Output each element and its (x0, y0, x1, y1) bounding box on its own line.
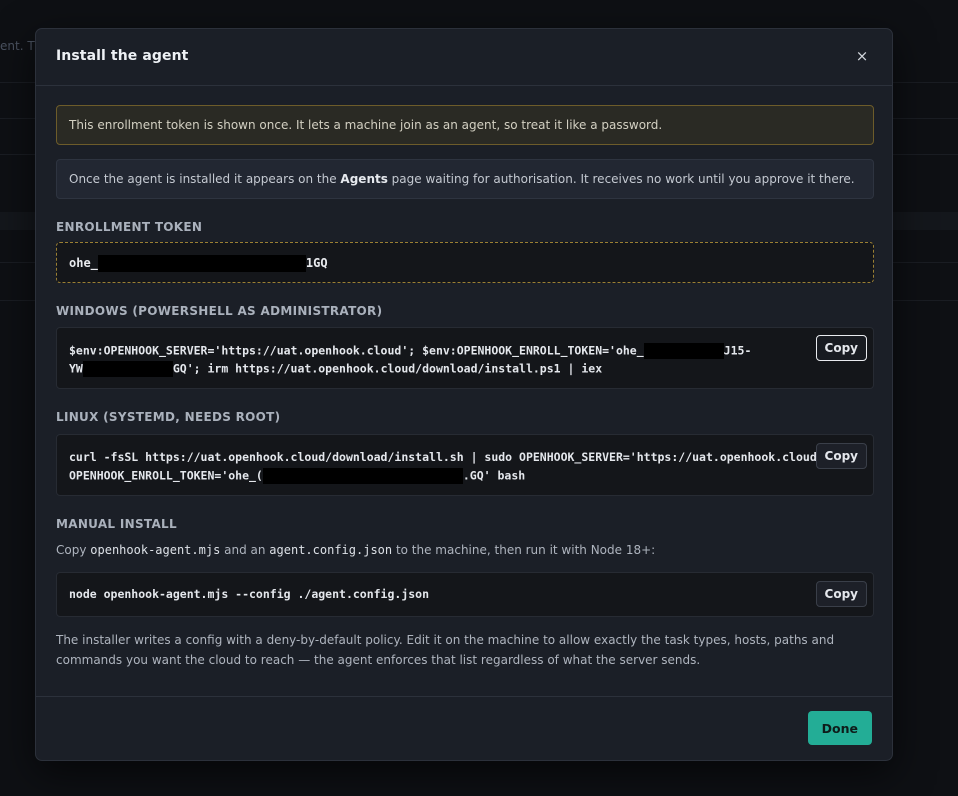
install-agent-dialog: Install the agent × This enrollment toke… (35, 28, 893, 761)
windows-command-line-1: $env:OPENHOOK_SERVER='https://uat.openho… (69, 343, 751, 359)
close-icon: × (855, 47, 869, 65)
dialog-footer: Done (36, 696, 892, 760)
redacted-token (262, 468, 463, 484)
command-text: YW (69, 361, 83, 376)
dialog-title: Install the agent (56, 48, 189, 64)
command-text: .GQ' bash (462, 468, 526, 483)
authorisation-info-notice: Once the agent is installed it appears o… (56, 159, 874, 199)
linux-command-line-1: curl -fsSL https://uat.openhook.cloud/do… (69, 450, 824, 464)
redacted-token (82, 361, 173, 377)
manual-install-label: MANUAL INSTALL (56, 517, 177, 531)
close-button[interactable]: × (852, 46, 872, 66)
copy-manual-command-button[interactable]: Copy (815, 581, 867, 607)
instruction-text: Copy (56, 543, 91, 557)
manual-command-line: node openhook-agent.mjs --config ./agent… (69, 587, 430, 601)
token-warning-notice: This enrollment token is shown once. It … (56, 105, 874, 145)
agent-config-filename: agent.config.json (269, 543, 393, 557)
enrollment-token-field[interactable]: ohe_ 1GQ (56, 242, 874, 283)
command-text: J15- (723, 343, 752, 358)
redacted-token (643, 343, 724, 359)
info-text: page waiting for authorisation. It recei… (387, 172, 855, 186)
windows-section-label: WINDOWS (POWERSHELL AS ADMINISTRATOR) (56, 304, 383, 318)
dialog-header: Install the agent × (36, 29, 892, 86)
manual-install-instructions: Copy openhook-agent.mjs and an agent.con… (56, 543, 655, 557)
windows-command-block: $env:OPENHOOK_SERVER='https://uat.openho… (56, 327, 874, 389)
agent-script-filename: openhook-agent.mjs (90, 543, 221, 557)
copy-windows-command-button[interactable]: Copy (815, 335, 867, 361)
policy-note: The installer writes a config with a den… (56, 633, 835, 667)
instruction-text: and an (220, 543, 270, 557)
linux-command-line-2: OPENHOOK_ENROLL_TOKEN='ohe_( .GQ' bash (69, 468, 525, 484)
windows-command-line-2: YW GQ'; irm https://uat.openhook.cloud/do… (69, 361, 602, 377)
linux-command-block: curl -fsSL https://uat.openhook.cloud/do… (56, 434, 874, 496)
agents-page-name: Agents (340, 172, 388, 186)
command-text: GQ'; irm https://uat.openhook.cloud/down… (172, 361, 603, 376)
copy-linux-command-button[interactable]: Copy (815, 443, 867, 469)
token-suffix: 1GQ (305, 256, 328, 270)
token-prefix: ohe_ (69, 256, 98, 270)
redacted-token (97, 255, 306, 272)
linux-section-label: LINUX (SYSTEMD, NEEDS ROOT) (56, 410, 281, 424)
manual-command-block: node openhook-agent.mjs --config ./agent… (56, 572, 874, 617)
instruction-text: to the machine, then run it with Node 18… (392, 543, 656, 557)
enrollment-token-label: ENROLLMENT TOKEN (56, 220, 203, 234)
done-button[interactable]: Done (807, 711, 872, 745)
info-text: Once the agent is installed it appears o… (69, 172, 341, 186)
command-text: $env:OPENHOOK_SERVER='https://uat.openho… (69, 343, 644, 358)
command-text: OPENHOOK_ENROLL_TOKEN='ohe_( (69, 468, 263, 483)
